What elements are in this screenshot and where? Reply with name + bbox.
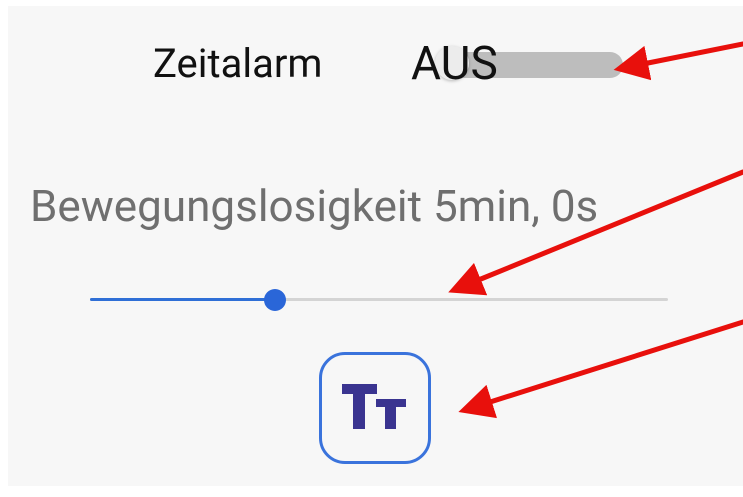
zeitalarm-toggle[interactable]: AUS [411, 38, 625, 90]
text-size-button[interactable] [319, 352, 431, 464]
settings-panel: Zeitalarm AUS Bewegungslosigkeit 5min, 0… [8, 6, 743, 486]
zeitalarm-label: Zeitalarm [153, 40, 323, 87]
slider-fill [90, 298, 275, 301]
toggle-state-text: AUS [411, 37, 498, 91]
slider-thumb[interactable] [263, 289, 286, 311]
text-size-icon [342, 384, 406, 429]
inactivity-slider[interactable] [90, 286, 668, 314]
inactivity-label: Bewegungslosigkeit 5min, 0s [30, 180, 599, 232]
